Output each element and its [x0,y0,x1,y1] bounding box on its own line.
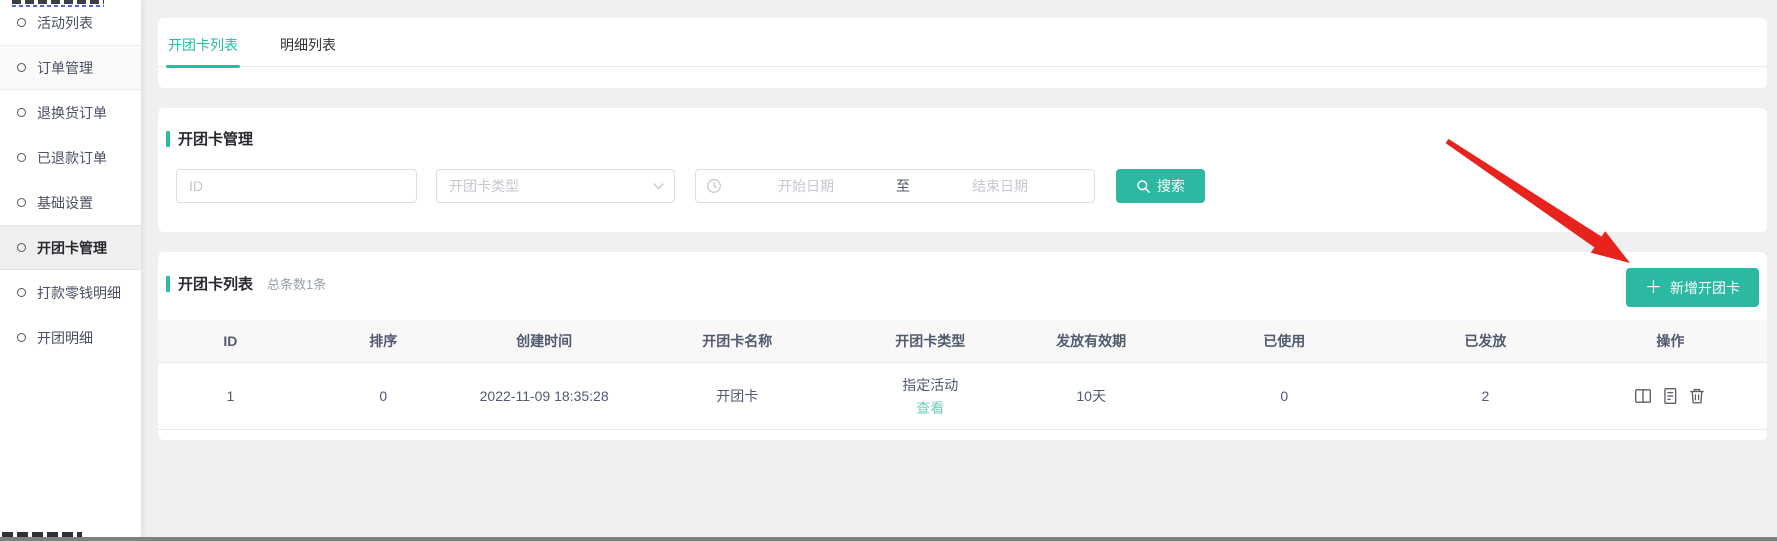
sidebar-item-refunded-orders[interactable]: 已退款订单 [0,135,141,180]
list-section-title: 开团卡列表 [178,273,253,294]
column-header-id: ID [158,333,303,349]
cell-validity: 10天 [1011,386,1172,406]
clipped-bottom-text [2,531,82,537]
circle-icon [17,288,26,297]
sidebar-item-group-detail[interactable]: 开团明细 [0,315,141,360]
column-header-created: 创建时间 [464,331,625,351]
section-marker [166,131,170,147]
column-header-sort: 排序 [303,331,464,351]
search-button-label: 搜索 [1157,176,1185,196]
total-count-text: 总条数1条 [267,274,326,293]
list-panel: 开团卡列表 总条数1条 ＋ 新增开团卡 ID 排序 创建时间 开团卡名称 开团卡… [158,252,1767,440]
cell-type: 指定活动 查看 [850,375,1011,418]
sidebar-item-label: 订单管理 [37,58,93,78]
group-card-table: ID 排序 创建时间 开团卡名称 开团卡类型 发放有效期 已使用 已发放 操作 … [158,320,1767,430]
trash-icon[interactable] [1688,387,1706,405]
date-start-placeholder: 开始日期 [722,176,890,196]
date-range-separator: 至 [890,176,916,196]
circle-icon [17,63,26,72]
cell-id: 1 [158,388,303,404]
cell-type-text: 指定活动 [902,375,958,395]
cell-issued: 2 [1397,388,1574,404]
date-end-placeholder: 结束日期 [916,176,1084,196]
chevron-down-icon [653,183,664,190]
circle-icon [17,198,26,207]
bottom-status-bar [0,537,1777,541]
cell-used: 0 [1172,388,1397,404]
add-group-card-button[interactable]: ＋ 新增开团卡 [1626,268,1759,307]
sidebar-item-label: 开团卡管理 [37,238,107,258]
filter-section-title: 开团卡管理 [178,128,253,149]
add-group-card-button-label: 新增开团卡 [1670,278,1740,298]
plus-icon: ＋ [1645,279,1662,296]
column-header-validity: 发放有效期 [1011,331,1172,351]
id-input[interactable] [176,169,417,203]
table-row: 1 0 2022-11-09 18:35:28 开团卡 指定活动 查看 10天 … [158,362,1767,430]
filter-section-header: 开团卡管理 [158,108,1767,149]
card-type-select[interactable]: 开团卡类型 [436,169,675,203]
document-icon[interactable] [1661,387,1679,405]
sidebar-item-return-orders[interactable]: 退换货订单 [0,90,141,135]
sidebar-item-basic-settings[interactable]: 基础设置 [0,180,141,225]
sidebar-item-label: 开团明细 [37,328,93,348]
filter-panel: 开团卡管理 开团卡类型 开始日期 至 结束日期 搜索 [158,108,1767,232]
tabs-panel: 开团卡列表 明细列表 [158,18,1767,88]
cell-name: 开团卡 [625,386,850,406]
card-type-select-placeholder: 开团卡类型 [449,176,519,196]
section-marker [166,276,170,292]
list-section-header: 开团卡列表 总条数1条 [158,252,1767,294]
tab-detail-list[interactable]: 明细列表 [280,18,336,66]
sidebar-item-label: 退换货订单 [37,103,107,123]
column-header-used: 已使用 [1172,331,1397,351]
table-header-row: ID 排序 创建时间 开团卡名称 开团卡类型 发放有效期 已使用 已发放 操作 [158,320,1767,362]
column-header-name: 开团卡名称 [625,331,850,351]
sidebar: 活动列表 订单管理 退换货订单 已退款订单 基础设置 开团卡管理 打款零钱明细 … [0,0,141,537]
sidebar-item-label: 基础设置 [37,193,93,213]
column-header-issued: 已发放 [1397,331,1574,351]
circle-icon [17,108,26,117]
sidebar-item-order-management[interactable]: 订单管理 [0,45,141,90]
cell-sort: 0 [303,388,464,404]
clock-icon [706,178,722,194]
tab-bar: 开团卡列表 明细列表 [158,18,1767,67]
sidebar-item-label: 打款零钱明细 [37,283,121,303]
sidebar-item-payment-detail[interactable]: 打款零钱明细 [0,270,141,315]
sidebar-item-label: 活动列表 [37,13,93,33]
card-detail-icon[interactable] [1634,387,1652,405]
circle-icon [17,153,26,162]
filter-row: 开团卡类型 开始日期 至 结束日期 搜索 [176,169,1767,203]
circle-icon [17,243,26,252]
cell-actions [1574,387,1767,405]
date-range-picker[interactable]: 开始日期 至 结束日期 [695,169,1095,203]
circle-icon [17,18,26,27]
cell-created: 2022-11-09 18:35:28 [464,388,625,404]
search-button[interactable]: 搜索 [1116,169,1205,203]
tab-group-card-list[interactable]: 开团卡列表 [168,18,238,66]
sidebar-item-label: 已退款订单 [37,148,107,168]
column-header-actions: 操作 [1574,331,1767,351]
circle-icon [17,333,26,342]
clipped-text-fragment [12,0,104,7]
search-icon [1136,179,1151,194]
column-header-type: 开团卡类型 [850,331,1011,351]
sidebar-item-group-card-management[interactable]: 开团卡管理 [0,225,141,270]
view-link[interactable]: 查看 [916,398,944,418]
